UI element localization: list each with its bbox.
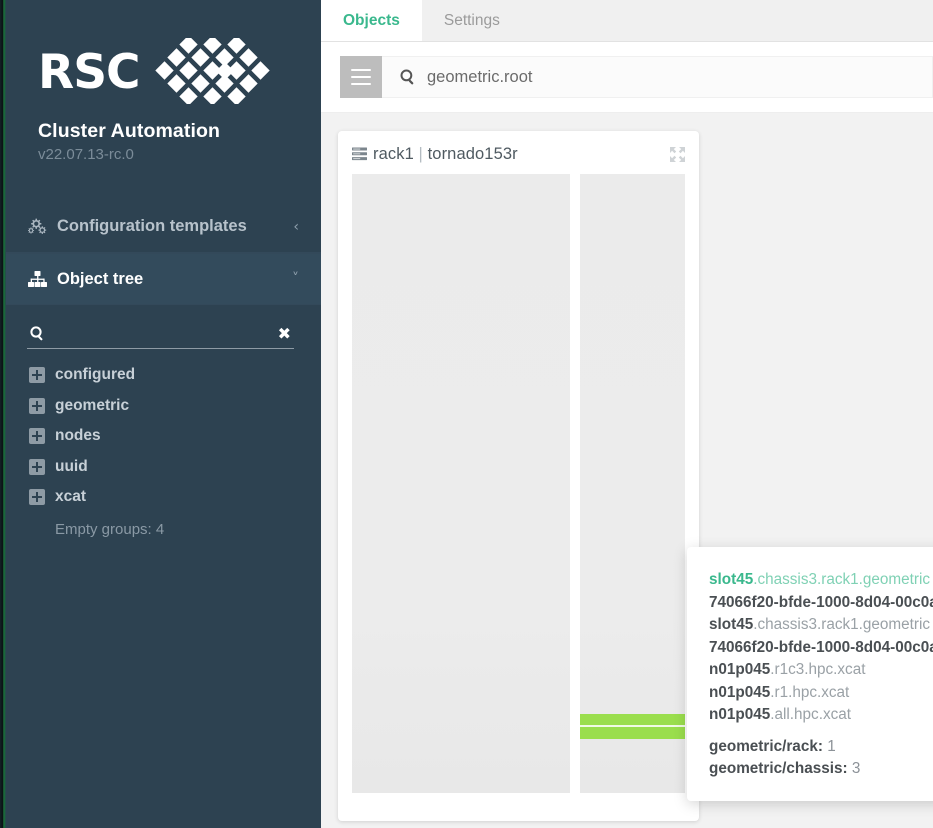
close-icon[interactable]: ✖ bbox=[278, 325, 294, 342]
sidebar-item-label: Object tree bbox=[57, 269, 144, 288]
sidebar-item-object-tree[interactable]: Object tree ˅ bbox=[0, 253, 321, 305]
expand-arrows-icon[interactable] bbox=[670, 146, 685, 162]
rack-title-separator: | bbox=[418, 144, 423, 163]
product-version: v22.07.13-rc.0 bbox=[38, 146, 134, 163]
tree-item-label: nodes bbox=[55, 427, 101, 445]
tooltip-line: slot45.chassis3.rack1.geometric bbox=[709, 614, 933, 637]
tab-objects[interactable]: Objects bbox=[321, 0, 422, 41]
tooltip-line: n01p045.r1c3.hpc.xcat bbox=[709, 659, 933, 682]
tooltip-spacer bbox=[709, 727, 933, 736]
app-root: RSC Cluster Automation v22.07.13-rc.0 Co… bbox=[0, 0, 933, 828]
tooltip-property: geometric/chassis: 3 bbox=[709, 758, 933, 781]
tooltip-property-key: geometric/chassis: bbox=[709, 760, 848, 777]
brand-block: RSC Cluster Automation v22.07.13-rc.0 bbox=[0, 0, 321, 163]
tooltip-line-tail: .chassis3.rack1.geometric bbox=[753, 571, 931, 588]
tree-search[interactable]: ✖ bbox=[27, 319, 294, 349]
tab-settings[interactable]: Settings bbox=[422, 0, 522, 41]
tree-item-configured[interactable]: configured bbox=[29, 360, 321, 391]
rack-body bbox=[352, 174, 685, 793]
toolbar: geometric.root bbox=[321, 42, 933, 113]
tooltip-line: n01p045.r1.hpc.xcat bbox=[709, 682, 933, 705]
tree-item-uuid[interactable]: uuid bbox=[29, 452, 321, 483]
rack-card-header: rack1 | tornado153r bbox=[352, 141, 685, 167]
tree-item-xcat[interactable]: xcat bbox=[29, 482, 321, 513]
diamond-lattice-logo bbox=[150, 34, 300, 109]
tree-item-label: configured bbox=[55, 366, 136, 384]
tab-bar: Objects Settings bbox=[321, 0, 933, 42]
empty-groups-label: Empty groups: 4 bbox=[55, 521, 165, 538]
logo-wordmark: RSC bbox=[38, 44, 141, 100]
plus-box-icon[interactable] bbox=[29, 458, 45, 475]
rack-column-a[interactable] bbox=[352, 174, 570, 793]
product-title: Cluster Automation bbox=[38, 120, 220, 142]
tooltip-line-tail: .r1c3.hpc.xcat bbox=[770, 661, 866, 678]
tooltip-property-key: geometric/rack: bbox=[709, 737, 823, 755]
rack-name: rack1 bbox=[373, 144, 414, 163]
chevron-left-icon[interactable]: ‹ bbox=[293, 220, 299, 234]
plus-box-icon[interactable] bbox=[29, 428, 45, 445]
rack-column-b[interactable] bbox=[579, 174, 685, 793]
sitemap-icon bbox=[26, 271, 48, 287]
tree-item-geometric[interactable]: geometric bbox=[29, 391, 321, 422]
rack-server-icon bbox=[352, 147, 367, 161]
tree-item-label: geometric bbox=[55, 396, 130, 414]
tooltip-line-head: slot45 bbox=[709, 616, 754, 633]
rack-card-title: rack1 | tornado153r bbox=[373, 145, 670, 164]
tree-item-nodes[interactable]: nodes bbox=[29, 421, 321, 452]
tooltip-line-head: slot45 bbox=[709, 571, 754, 588]
tooltip-line-head: n01p045 bbox=[709, 683, 771, 701]
tooltip-line-head: n01p045 bbox=[709, 661, 771, 678]
tooltip-property-value: 3 bbox=[851, 760, 861, 777]
tooltip-line-tail: .r1.hpc.xcat bbox=[770, 683, 850, 701]
object-tree-list: configured geometric nodes uuid xcat Emp… bbox=[0, 360, 321, 543]
gears-icon bbox=[26, 218, 48, 235]
search-icon bbox=[400, 69, 416, 85]
object-tooltip: slot45.chassis3.rack1.geometric 74066f20… bbox=[687, 547, 933, 801]
hamburger-icon[interactable] bbox=[340, 56, 382, 98]
tree-search-input[interactable] bbox=[45, 325, 278, 342]
tooltip-line-head: 74066f20-bfde-1000-8d04-00c0a8123456 bbox=[709, 593, 933, 611]
tooltip-property-value: 1 bbox=[827, 737, 836, 755]
plus-box-icon[interactable] bbox=[29, 397, 45, 414]
search-value: geometric.root bbox=[427, 67, 533, 86]
sidebar: RSC Cluster Automation v22.07.13-rc.0 Co… bbox=[0, 0, 321, 828]
objects-canvas: rack1 | tornado153r slot45.chassis3.rack… bbox=[321, 113, 933, 828]
tooltip-line-head: 74066f20-bfde-1000-8d04-00c0a8123456 bbox=[709, 638, 933, 656]
tooltip-line-head: n01p045 bbox=[709, 706, 771, 723]
logo: RSC bbox=[0, 34, 321, 110]
plus-box-icon[interactable] bbox=[29, 489, 45, 506]
rack-card[interactable]: rack1 | tornado153r bbox=[338, 131, 699, 821]
tooltip-line-tail: .chassis3.rack1.geometric bbox=[753, 616, 931, 633]
plus-box-icon[interactable] bbox=[29, 367, 45, 384]
rack-host: tornado153r bbox=[427, 144, 518, 163]
main-panel: Objects Settings geometric.root rack1 | … bbox=[321, 0, 933, 828]
rack-slot-highlight[interactable] bbox=[579, 714, 685, 739]
chevron-down-icon[interactable]: ˅ bbox=[292, 272, 299, 286]
tooltip-line-tail: .all.hpc.xcat bbox=[770, 706, 852, 723]
tooltip-line: 74066f20-bfde-1000-8d04-00c0a8123456.xca… bbox=[709, 637, 933, 660]
sidebar-item-configuration-templates[interactable]: Configuration templates ‹ bbox=[0, 201, 321, 253]
tooltip-line: 74066f20-bfde-1000-8d04-00c0a8123456.uui… bbox=[709, 592, 933, 615]
sidebar-item-label: Configuration templates bbox=[57, 217, 247, 235]
tooltip-line: n01p045.all.hpc.xcat bbox=[709, 704, 933, 727]
search-input[interactable]: geometric.root bbox=[382, 56, 933, 98]
tree-item-label: xcat bbox=[55, 488, 87, 506]
slot-divider bbox=[579, 725, 685, 727]
tree-item-label: uuid bbox=[55, 457, 88, 475]
tooltip-property: geometric/rack: 1 bbox=[709, 736, 933, 759]
tooltip-line: slot45.chassis3.rack1.geometric bbox=[709, 569, 933, 592]
search-icon bbox=[30, 326, 45, 341]
left-edge-stripe bbox=[0, 0, 6, 828]
